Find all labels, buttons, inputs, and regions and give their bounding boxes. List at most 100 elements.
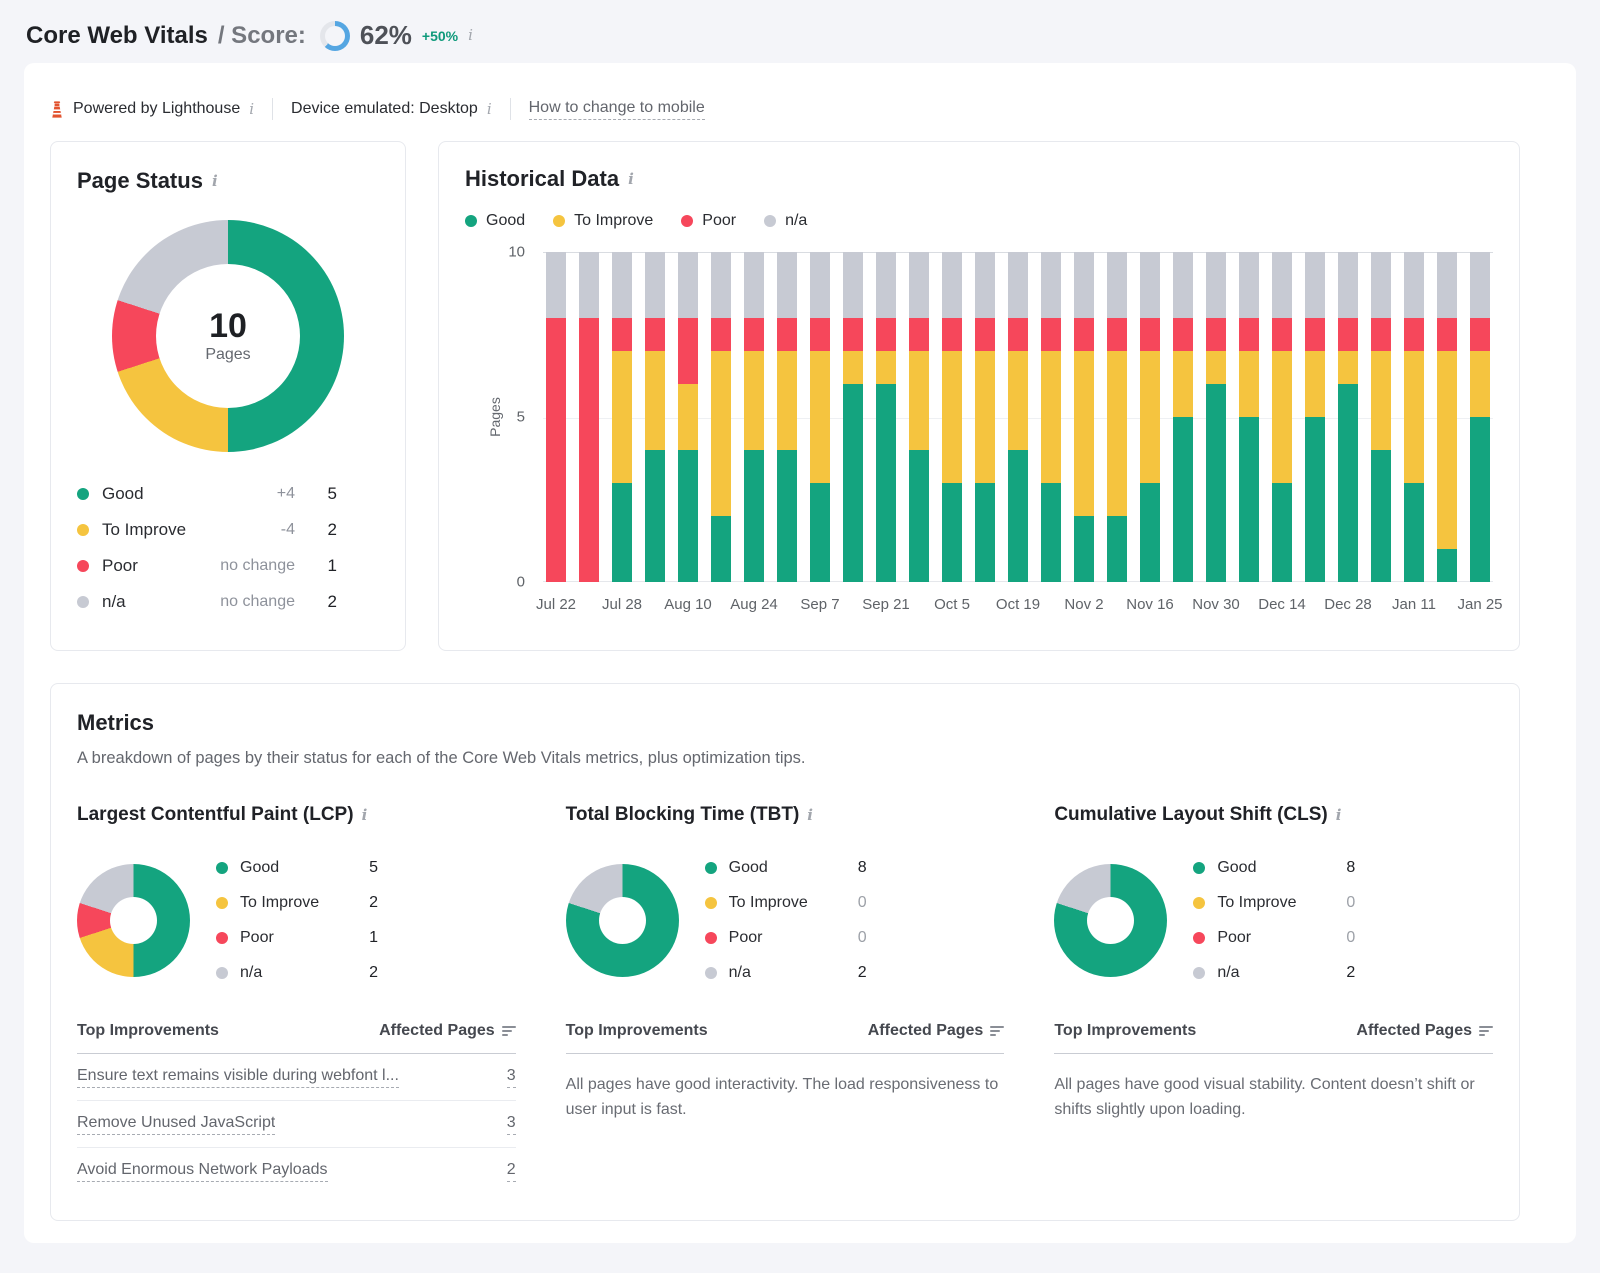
stacked-bar[interactable] — [1305, 252, 1325, 582]
bar-segment-to_improve — [744, 351, 764, 450]
stacked-bar[interactable] — [777, 252, 797, 582]
stacked-bar[interactable] — [1107, 252, 1127, 582]
stacked-bar[interactable] — [1437, 252, 1457, 582]
legend-change: no change — [220, 593, 295, 611]
info-icon[interactable]: i — [628, 172, 634, 187]
improvement-link[interactable]: Ensure text remains visible during webfo… — [77, 1067, 399, 1088]
bar-segment-na — [876, 252, 896, 318]
legend-value: 8 — [1346, 859, 1355, 877]
tbt-title: Total Blocking Time (TBT) i — [566, 804, 1005, 826]
legend-row-na: n/a 2 — [705, 955, 867, 990]
legend-label: Poor — [702, 212, 736, 230]
legend-change: -4 — [281, 521, 295, 539]
to-improve-dot-icon — [705, 897, 717, 909]
info-icon[interactable]: i — [468, 28, 473, 43]
bar-segment-poor — [1305, 318, 1325, 351]
stacked-bar[interactable] — [612, 252, 632, 582]
y-tick-10: 10 — [508, 244, 525, 261]
stacked-bar[interactable] — [711, 252, 731, 582]
legend-item-good[interactable]: Good — [465, 212, 525, 230]
stacked-bar[interactable] — [1206, 252, 1226, 582]
stacked-bar[interactable] — [810, 252, 830, 582]
legend-value: 1 — [295, 556, 337, 576]
stacked-bar[interactable] — [579, 252, 599, 582]
tbt-donut[interactable] — [566, 864, 679, 977]
sort-descending-icon[interactable] — [990, 1026, 1004, 1036]
bar-segment-good — [975, 483, 995, 582]
stacked-bar[interactable] — [876, 252, 896, 582]
tbt-legend: Good 8 To Improve 0 Poor 0 — [705, 850, 867, 990]
stacked-bar[interactable] — [942, 252, 962, 582]
cls-donut-hole — [1087, 897, 1134, 944]
bar-segment-poor — [843, 318, 863, 351]
plot — [543, 252, 1493, 582]
info-icon[interactable]: i — [249, 102, 254, 117]
legend-value: 2 — [1346, 964, 1355, 982]
to-improve-dot-icon — [216, 897, 228, 909]
bar-segment-good — [1371, 450, 1391, 582]
poor-dot-icon — [681, 215, 693, 227]
legend-item-na[interactable]: n/a — [764, 212, 807, 230]
bar-segment-to_improve — [645, 351, 665, 450]
stacked-bar[interactable] — [1404, 252, 1424, 582]
affected-pages-count[interactable]: 2 — [507, 1161, 516, 1182]
lcp-improvements-table: Top Improvements Affected Pages Ensure t… — [77, 1022, 516, 1195]
info-icon[interactable]: i — [212, 174, 218, 189]
affected-pages-count[interactable]: 3 — [507, 1114, 516, 1135]
sort-descending-icon[interactable] — [1479, 1026, 1493, 1036]
info-icon[interactable]: i — [362, 808, 368, 823]
y-axis-title: Pages — [487, 397, 503, 437]
bar-segment-to_improve — [1206, 351, 1226, 384]
info-icon[interactable]: i — [1336, 808, 1342, 823]
stacked-bar[interactable] — [1338, 252, 1358, 582]
info-icon[interactable]: i — [487, 102, 492, 117]
legend-item-to-improve[interactable]: To Improve — [553, 212, 653, 230]
legend-row-poor: Poor 0 — [1193, 920, 1355, 955]
cls-donut[interactable] — [1054, 864, 1167, 977]
page-status-donut[interactable]: 10 Pages — [112, 220, 344, 452]
score-delta: +50% — [422, 28, 458, 44]
stacked-bar[interactable] — [1008, 252, 1028, 582]
stacked-bar[interactable] — [1173, 252, 1193, 582]
stacked-bar[interactable] — [1239, 252, 1259, 582]
improvement-link[interactable]: Remove Unused JavaScript — [77, 1114, 275, 1135]
stacked-bar[interactable] — [909, 252, 929, 582]
affected-pages-count[interactable]: 3 — [507, 1067, 516, 1088]
stacked-bar[interactable] — [1470, 252, 1490, 582]
bar-segment-poor — [1338, 318, 1358, 351]
improvement-link[interactable]: Avoid Enormous Network Payloads — [77, 1161, 328, 1182]
bar-segment-to_improve — [1107, 351, 1127, 516]
sort-descending-icon[interactable] — [502, 1026, 516, 1036]
bar-segment-na — [1074, 252, 1094, 318]
top-improvements-header: Top Improvements — [1054, 1022, 1196, 1040]
bar-segment-na — [645, 252, 665, 318]
bar-segment-na — [579, 252, 599, 318]
legend-value: 2 — [369, 894, 378, 912]
tbt-improvements-table: Top Improvements Affected Pages All page… — [566, 1022, 1005, 1122]
bar-segment-poor — [678, 318, 698, 384]
bar-segment-na — [1404, 252, 1424, 318]
bar-segment-to_improve — [1008, 351, 1028, 450]
info-icon[interactable]: i — [807, 808, 813, 823]
bar-segment-good — [1140, 483, 1160, 582]
stacked-bar[interactable] — [1140, 252, 1160, 582]
stacked-bar[interactable] — [843, 252, 863, 582]
legend-item-poor[interactable]: Poor — [681, 212, 736, 230]
stacked-bar[interactable] — [744, 252, 764, 582]
divider — [510, 98, 511, 120]
change-to-mobile-link[interactable]: How to change to mobile — [529, 99, 705, 120]
stacked-bar[interactable] — [1074, 252, 1094, 582]
bar-segment-poor — [1074, 318, 1094, 351]
stacked-bar[interactable] — [678, 252, 698, 582]
lcp-donut[interactable] — [77, 864, 190, 977]
cls-title-text: Cumulative Layout Shift (CLS) — [1054, 804, 1327, 826]
stacked-bar[interactable] — [1371, 252, 1391, 582]
stacked-bar[interactable] — [1041, 252, 1061, 582]
bar-segment-poor — [1404, 318, 1424, 351]
stacked-bar[interactable] — [1272, 252, 1292, 582]
stacked-bar[interactable] — [975, 252, 995, 582]
stacked-bar[interactable] — [645, 252, 665, 582]
bar-segment-na — [546, 252, 566, 318]
legend-label: Poor — [102, 556, 138, 576]
stacked-bar[interactable] — [546, 252, 566, 582]
